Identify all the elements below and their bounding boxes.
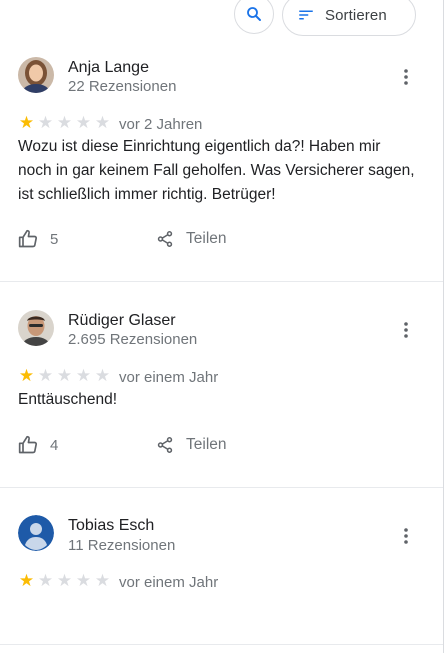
reviewer-review-count[interactable]: 11 Rezensionen bbox=[68, 537, 175, 554]
default-avatar-icon bbox=[18, 515, 54, 551]
star-empty-icon: ★ bbox=[75, 571, 92, 590]
reviewer-avatar[interactable] bbox=[18, 515, 54, 551]
review-divider bbox=[0, 644, 443, 645]
star-empty-icon: ★ bbox=[94, 571, 111, 590]
more-vert-icon bbox=[404, 528, 408, 544]
star-rating: ★ ★ ★ ★ ★ bbox=[18, 572, 111, 589]
star-filled-icon: ★ bbox=[18, 571, 35, 590]
star-empty-icon: ★ bbox=[37, 571, 54, 590]
more-options-button[interactable] bbox=[394, 524, 418, 548]
star-empty-icon: ★ bbox=[56, 571, 73, 590]
review-card: Tobias Esch 11 Rezensionen ★ ★ ★ ★ ★ vor ein… bbox=[0, 0, 443, 645]
review-date: vor einem Jahr bbox=[119, 574, 219, 591]
reviewer-name[interactable]: Tobias Esch bbox=[68, 517, 154, 535]
